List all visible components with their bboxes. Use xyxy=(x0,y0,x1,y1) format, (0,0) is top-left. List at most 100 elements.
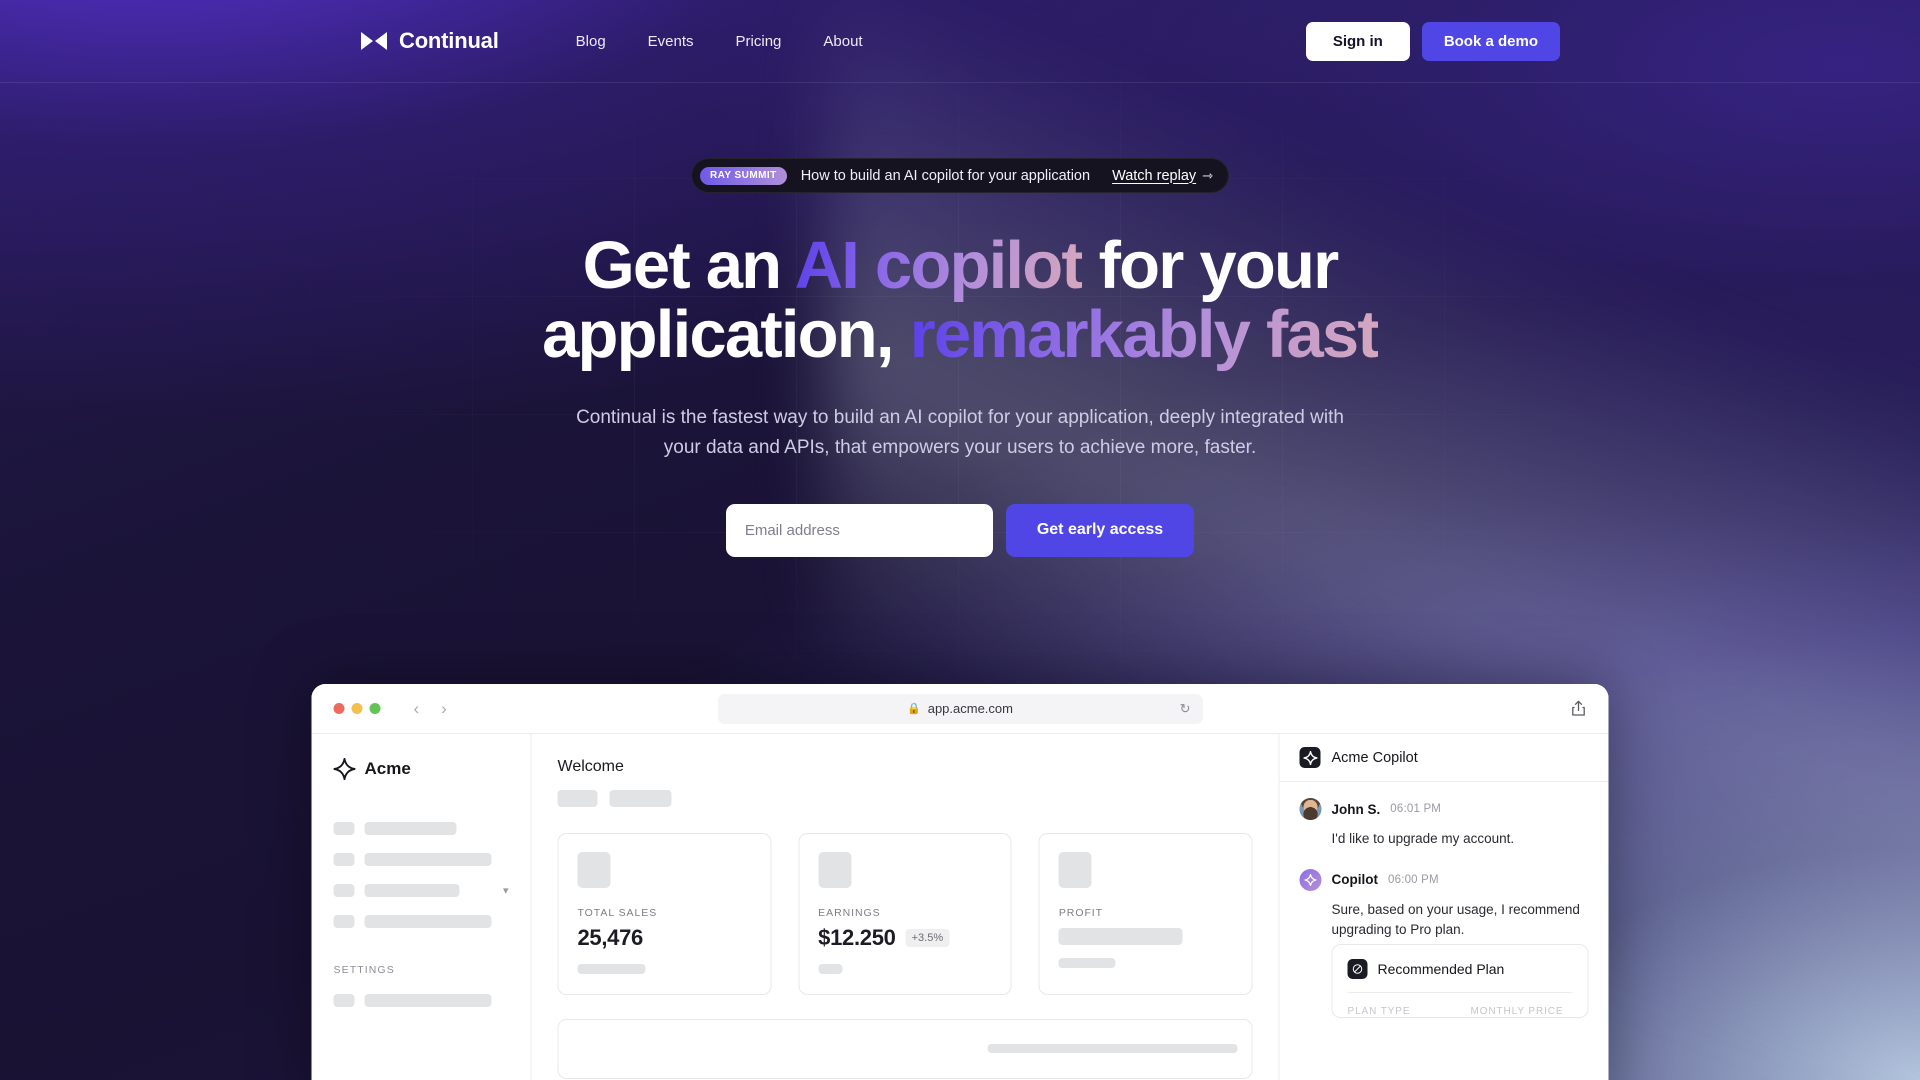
sidebar-item-icon xyxy=(333,994,355,1007)
sidebar-item[interactable] xyxy=(333,853,509,866)
email-field[interactable] xyxy=(725,503,993,557)
stat-card-earnings[interactable]: EARNINGS $12.250 +3.5% xyxy=(798,833,1012,995)
message-author: John S. xyxy=(1331,801,1381,817)
recommended-plan-card[interactable]: Recommended Plan PLAN TYPE MONTHLY PRICE xyxy=(1331,943,1589,1018)
avatar xyxy=(1299,868,1322,891)
nav-link-pricing[interactable]: Pricing xyxy=(715,25,803,58)
early-access-form: Get early access xyxy=(0,503,1920,557)
sidebar-item[interactable] xyxy=(333,994,509,1007)
status-badge: +3.5% xyxy=(905,929,950,947)
message-body: I'd like to upgrade my account. xyxy=(1331,831,1515,846)
nav-link-about[interactable]: About xyxy=(802,25,883,58)
sidebar-section-settings: SETTINGS xyxy=(333,964,395,976)
chat-message-user: John S. 06:01 PM I'd like to upgrade my … xyxy=(1299,798,1589,849)
stat-card-row: TOTAL SALES 25,476 EARNINGS $12.250 +3.5… xyxy=(557,833,1253,995)
nav-link-events[interactable]: Events xyxy=(627,25,715,58)
stat-card-value: 25,476 xyxy=(577,925,644,950)
chevron-left-icon[interactable]: ‹ xyxy=(414,700,420,717)
message-timestamp: 06:00 PM xyxy=(1388,873,1439,886)
app-main-content: Welcome TOTAL SALES 25,476 EARNINGS $12.… xyxy=(532,734,1279,1080)
placeholder-block xyxy=(818,964,843,974)
placeholder-block xyxy=(609,790,672,807)
book-a-demo-button[interactable]: Book a demo xyxy=(1421,21,1560,61)
plan-badge-icon xyxy=(1347,958,1368,979)
lock-icon: 🔒 xyxy=(907,703,921,715)
hero-subtitle: Continual is the fastest way to build an… xyxy=(576,406,1344,458)
welcome-placeholder-row xyxy=(557,790,1253,807)
sidebar-item-label xyxy=(364,994,492,1007)
acme-star-icon xyxy=(333,758,356,780)
stat-card-label: EARNINGS xyxy=(818,907,881,919)
copilot-panel: Acme Copilot John S. 06:01 PM I'd like t… xyxy=(1278,734,1609,1080)
stat-card-icon xyxy=(1058,852,1092,888)
placeholder-block xyxy=(987,1044,1238,1053)
bowtie-logo-icon xyxy=(361,32,387,50)
message-body: Sure, based on your usage, I recommend u… xyxy=(1331,901,1580,937)
chevron-right-icon[interactable]: › xyxy=(441,700,447,717)
plan-type-label: PLAN TYPE xyxy=(1347,1005,1411,1017)
sidebar-item[interactable] xyxy=(333,915,509,928)
stat-card-label: PROFIT xyxy=(1058,907,1104,919)
sidebar-item-label xyxy=(364,915,492,928)
chevron-down-icon[interactable]: ▾ xyxy=(503,884,509,897)
page-title: Get an AI copilot for your application, … xyxy=(0,231,1920,370)
announcement-badge: RAY SUMMIT xyxy=(699,166,787,185)
sidebar-item[interactable] xyxy=(333,822,509,835)
placeholder-block xyxy=(577,964,646,974)
app-viewport: Acme ▾ SETTINGS Welcome TOTAL SALES 25,4… xyxy=(311,733,1609,1080)
site-header: Continual Blog Events Pricing About Sign… xyxy=(0,0,1920,83)
stat-card-total-sales[interactable]: TOTAL SALES 25,476 xyxy=(557,833,772,995)
acme-brand[interactable]: Acme xyxy=(333,758,509,780)
sidebar-item-label xyxy=(364,822,457,835)
reload-icon[interactable]: ↻ xyxy=(1180,701,1191,717)
sidebar-item-expandable[interactable]: ▾ xyxy=(333,884,509,897)
copilot-message-list: John S. 06:01 PM I'd like to upgrade my … xyxy=(1280,782,1609,1018)
app-sidebar: Acme ▾ SETTINGS xyxy=(312,734,532,1080)
stat-card-icon xyxy=(818,852,852,888)
announcement-banner[interactable]: RAY SUMMIT How to build an AI copilot fo… xyxy=(690,158,1230,193)
recommended-plan-title: Recommended Plan xyxy=(1377,960,1505,977)
maximize-window-icon[interactable] xyxy=(369,703,381,714)
chat-message-copilot: Copilot 06:00 PM Sure, based on your usa… xyxy=(1299,868,1589,1018)
minimize-window-icon[interactable] xyxy=(351,703,363,714)
address-bar-url: app.acme.com xyxy=(927,701,1013,716)
stat-card-label: TOTAL SALES xyxy=(577,907,658,919)
message-timestamp: 06:01 PM xyxy=(1390,803,1442,815)
welcome-heading: Welcome xyxy=(557,758,624,775)
stat-card-profit[interactable]: PROFIT xyxy=(1038,833,1253,995)
stat-card-icon xyxy=(577,852,611,888)
message-author: Copilot xyxy=(1331,872,1379,888)
sidebar-item-icon xyxy=(333,884,355,897)
sign-in-button[interactable]: Sign in xyxy=(1305,21,1410,61)
sidebar-item-icon xyxy=(333,853,355,866)
get-early-access-button[interactable]: Get early access xyxy=(1005,503,1195,557)
announcement-text: How to build an AI copilot for your appl… xyxy=(800,167,1091,184)
close-window-icon[interactable] xyxy=(333,703,345,714)
share-icon[interactable] xyxy=(1571,700,1587,717)
headline-line-1: Get an AI copilot for your xyxy=(582,228,1340,303)
window-traffic-lights xyxy=(333,703,381,714)
acme-brand-name: Acme xyxy=(364,759,411,778)
product-screenshot-mockup: ‹ › 🔒 app.acme.com ↻ Acme ▾ SETTINGS Wel… xyxy=(311,684,1609,1080)
chart-card[interactable] xyxy=(557,1019,1253,1079)
nav-link-blog[interactable]: Blog xyxy=(555,25,627,58)
copilot-header: Acme Copilot xyxy=(1279,734,1609,782)
brand-logo[interactable]: Continual xyxy=(360,28,499,54)
brand-name: Continual xyxy=(399,28,499,53)
placeholder-block xyxy=(557,790,598,807)
arrow-right-icon: ⇾ xyxy=(1202,167,1213,183)
monthly-price-label: MONTHLY PRICE xyxy=(1470,1005,1564,1017)
address-bar[interactable]: 🔒 app.acme.com ↻ xyxy=(717,693,1203,724)
sidebar-item-label xyxy=(364,884,460,897)
browser-chrome: ‹ › 🔒 app.acme.com ↻ xyxy=(311,684,1609,733)
headline-line-2: application, remarkably fast xyxy=(542,297,1380,373)
sidebar-item-icon xyxy=(333,915,355,928)
hero-section: RAY SUMMIT How to build an AI copilot fo… xyxy=(0,83,1920,557)
avatar xyxy=(1299,798,1322,820)
placeholder-block xyxy=(1058,928,1183,945)
stat-card-value: $12.250 xyxy=(818,925,896,950)
acme-star-icon xyxy=(1299,747,1321,768)
sidebar-item-icon xyxy=(333,822,355,835)
watch-replay-link[interactable]: Watch replay xyxy=(1112,168,1196,184)
copilot-title: Acme Copilot xyxy=(1331,749,1418,766)
